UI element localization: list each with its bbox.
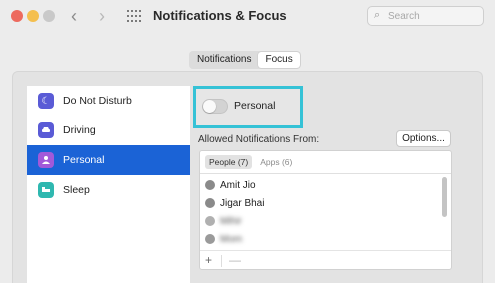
- add-person-button[interactable]: +: [205, 253, 212, 267]
- person-name: Mihir: [220, 215, 242, 227]
- avatar: [205, 234, 215, 244]
- allowed-list-tabs: People (7) Apps (6): [205, 155, 296, 169]
- divider: [200, 250, 451, 251]
- sidebar-item-do-not-disturb[interactable]: ☾ Do Not Disturb: [27, 86, 190, 116]
- sidebar-item-label: Personal: [63, 154, 105, 166]
- avatar: [205, 198, 215, 208]
- window-titlebar: ‹ › Notifications & Focus ⌕: [0, 0, 495, 34]
- tab-focus[interactable]: Focus: [258, 52, 300, 68]
- remove-person-button[interactable]: —: [229, 253, 241, 267]
- sidebar-item-label: Driving: [63, 124, 96, 136]
- allowed-notifications-label: Allowed Notifications From:: [198, 134, 320, 145]
- options-button[interactable]: Options...: [396, 130, 451, 147]
- divider: [221, 255, 222, 267]
- allowed-list: People (7) Apps (6) Amit Jio Jigar Bhai …: [199, 150, 452, 270]
- sidebar-item-driving[interactable]: Driving: [27, 115, 190, 145]
- sidebar-item-label: Sleep: [63, 184, 90, 196]
- focus-name-label: Personal: [234, 100, 276, 112]
- forward-chevron-icon[interactable]: ›: [99, 6, 105, 27]
- list-item[interactable]: Jigar Bhai: [205, 194, 264, 212]
- focus-toggle-switch[interactable]: [202, 99, 228, 114]
- bed-icon: [38, 182, 54, 198]
- pane-tabs: Notifications Focus: [189, 51, 301, 69]
- sidebar-item-sleep[interactable]: Sleep: [27, 175, 190, 205]
- tab-people[interactable]: People (7): [205, 155, 253, 169]
- minimize-window-button[interactable]: [27, 10, 39, 22]
- focus-mode-list: ☾ Do Not Disturb Driving Personal Sleep: [27, 86, 190, 283]
- zoom-window-button[interactable]: [43, 10, 55, 22]
- list-item[interactable]: Mom: [205, 230, 242, 248]
- window-title: Notifications & Focus: [153, 8, 287, 23]
- close-window-button[interactable]: [11, 10, 23, 22]
- sidebar-item-personal[interactable]: Personal: [27, 145, 190, 175]
- person-name: Amit Jio: [220, 179, 256, 191]
- list-scrollbar[interactable]: [442, 177, 447, 217]
- search-field[interactable]: ⌕: [367, 6, 484, 26]
- back-chevron-icon[interactable]: ‹: [71, 6, 77, 27]
- person-name: Jigar Bhai: [220, 197, 265, 209]
- search-input[interactable]: [388, 9, 478, 23]
- toggle-knob: [203, 100, 216, 113]
- avatar: [205, 180, 215, 190]
- show-all-grid-icon[interactable]: [127, 10, 143, 22]
- tab-apps[interactable]: Apps (6): [256, 155, 296, 169]
- list-item[interactable]: Amit Jio: [205, 176, 256, 194]
- focus-header: Personal: [193, 86, 303, 128]
- person-name: Mom: [220, 233, 243, 245]
- divider: [200, 173, 451, 174]
- search-icon: ⌕: [374, 9, 381, 21]
- car-icon: [38, 122, 54, 138]
- list-item[interactable]: Mihir: [205, 212, 242, 230]
- person-icon: [38, 152, 54, 168]
- moon-icon: ☾: [38, 93, 54, 109]
- avatar: [205, 216, 215, 226]
- sidebar-item-label: Do Not Disturb: [63, 95, 132, 107]
- tab-notifications[interactable]: Notifications: [190, 52, 258, 68]
